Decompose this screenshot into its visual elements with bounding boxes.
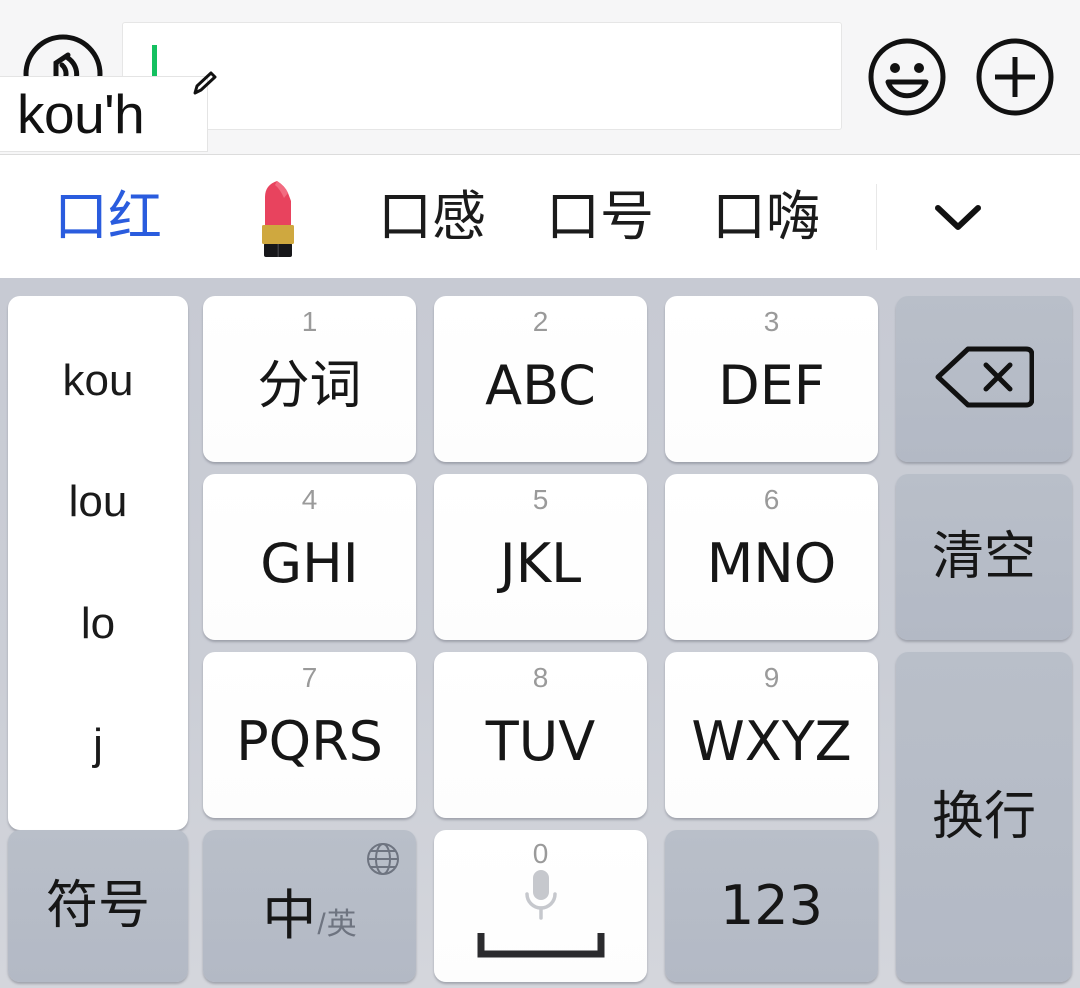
- spacebar-icon: [476, 932, 606, 964]
- globe-icon: [364, 840, 402, 878]
- backspace-icon: [934, 343, 1035, 416]
- pinyin-option-1[interactable]: lou: [69, 480, 128, 524]
- composition-text: kou'h: [17, 82, 145, 145]
- microphone-icon[interactable]: [521, 866, 561, 929]
- chevron-down-icon[interactable]: [919, 197, 997, 237]
- pinyin-option-2[interactable]: lo: [81, 601, 115, 646]
- key-7-number: 7: [301, 662, 318, 693]
- key-4-label: GHI: [260, 532, 359, 595]
- numeric-key-label: 123: [719, 874, 824, 937]
- key-6-number: 6: [763, 484, 780, 515]
- key-4-number: 4: [301, 484, 318, 515]
- key-5-label: JKL: [499, 532, 582, 595]
- key-2-label: ABC: [485, 354, 596, 417]
- ime-screen: kou'h 口红 口感 口号 口嗨 kou lou lo j 1 分词 2 AB…: [0, 0, 1080, 988]
- newline-key-label: 换行: [931, 787, 1036, 847]
- key-3-number: 3: [763, 306, 780, 337]
- candidate-2[interactable]: 口感: [378, 189, 486, 244]
- key-2-number: 2: [532, 306, 549, 337]
- key-9-number: 9: [763, 662, 780, 693]
- language-toggle-key[interactable]: 中 / 英: [203, 830, 416, 982]
- candidate-4[interactable]: 口嗨: [712, 189, 820, 244]
- key-8-label: TUV: [485, 710, 596, 773]
- key-8-number: 8: [532, 662, 549, 693]
- key-5-number: 5: [532, 484, 549, 515]
- clear-key[interactable]: 清空: [896, 474, 1072, 640]
- lang-zh: 中: [262, 883, 317, 947]
- key-7-pqrs[interactable]: 7 PQRS: [203, 652, 416, 818]
- newline-key[interactable]: 换行: [896, 652, 1072, 982]
- input-toolbar: kou'h: [0, 0, 1080, 155]
- key-1-number: 1: [301, 306, 318, 337]
- key-5-jkl[interactable]: 5 JKL: [434, 474, 647, 640]
- message-input[interactable]: [122, 22, 842, 130]
- plus-circle-icon[interactable]: [975, 37, 1055, 117]
- key-9-label: WXYZ: [691, 710, 852, 773]
- pencil-edit-icon[interactable]: [186, 66, 222, 102]
- key-1-label: 分词: [257, 356, 362, 416]
- space-key-number: 0: [532, 838, 549, 869]
- key-2-abc[interactable]: 2 ABC: [434, 296, 647, 462]
- key-7-label: PQRS: [236, 710, 383, 773]
- numeric-key[interactable]: 123: [665, 830, 878, 982]
- clear-key-label: 清空: [931, 527, 1036, 587]
- key-4-ghi[interactable]: 4 GHI: [203, 474, 416, 640]
- composition-popup[interactable]: kou'h: [0, 76, 208, 152]
- lang-en: 英: [326, 906, 357, 942]
- pinyin-candidate-key[interactable]: kou lou lo j: [8, 296, 188, 830]
- lang-slash: /: [317, 907, 326, 941]
- language-toggle-label: 中 / 英: [262, 871, 356, 950]
- candidate-divider: [876, 183, 877, 250]
- symbols-key-label: 符号: [45, 876, 150, 936]
- key-6-label: MNO: [706, 532, 837, 595]
- space-key[interactable]: 0: [434, 830, 647, 982]
- smiley-face-icon[interactable]: [867, 37, 947, 117]
- symbols-key[interactable]: 符号: [8, 830, 188, 982]
- candidate-3[interactable]: 口号: [546, 189, 654, 244]
- backspace-key[interactable]: [896, 296, 1072, 462]
- key-6-mno[interactable]: 6 MNO: [665, 474, 878, 640]
- key-1-fenci[interactable]: 1 分词: [203, 296, 416, 462]
- key-3-label: DEF: [718, 354, 825, 417]
- candidate-0[interactable]: 口红: [54, 189, 162, 244]
- key-8-tuv[interactable]: 8 TUV: [434, 652, 647, 818]
- pinyin-option-3[interactable]: j: [93, 723, 103, 767]
- key-3-def[interactable]: 3 DEF: [665, 296, 878, 462]
- candidate-1-lipstick-emoji[interactable]: [250, 177, 306, 257]
- key-9-wxyz[interactable]: 9 WXYZ: [665, 652, 878, 818]
- candidate-bar: 口红 口感 口号 口嗨: [0, 155, 1080, 278]
- pinyin-option-0[interactable]: kou: [63, 358, 134, 403]
